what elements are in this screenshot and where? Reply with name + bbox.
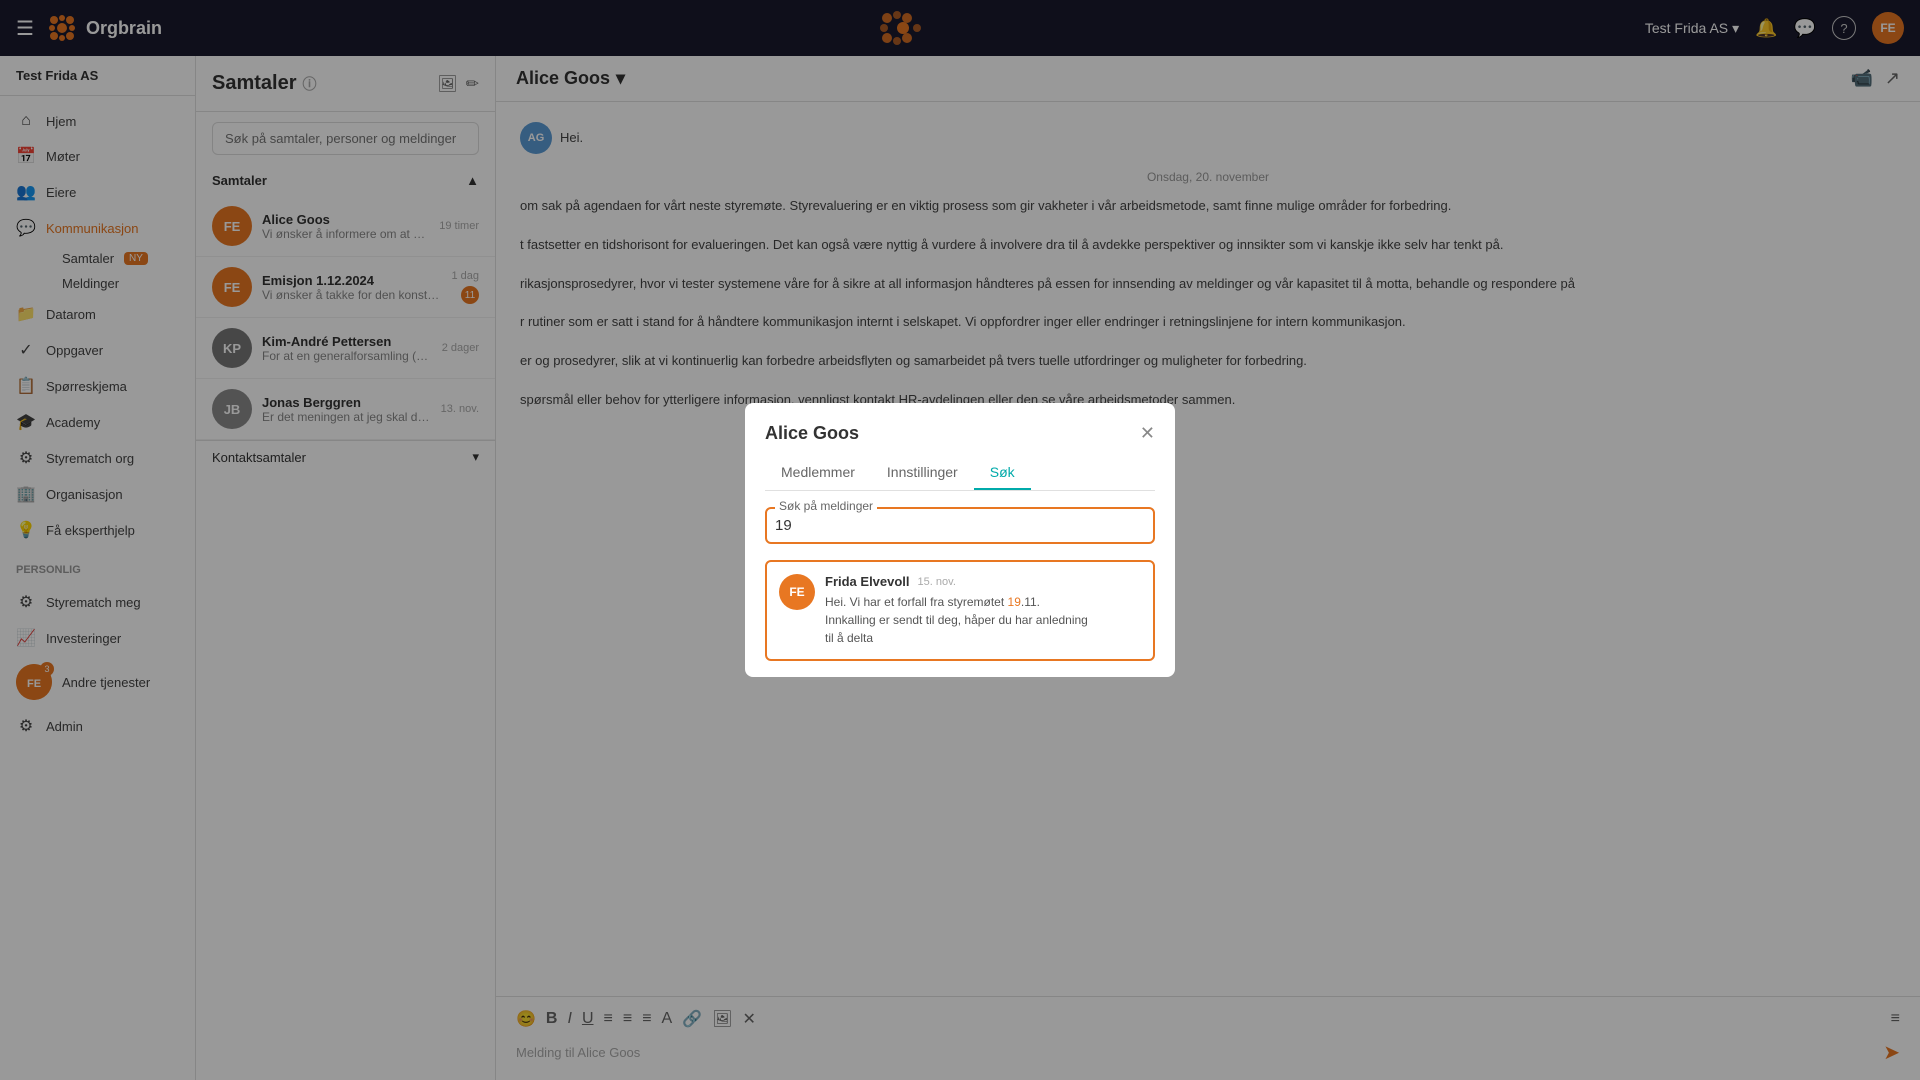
modal-body: Søk på meldinger FE Frida Elvevoll 15. n… (745, 491, 1175, 677)
modal-overlay[interactable]: Alice Goos ✕ Medlemmer Innstillinger Søk… (0, 0, 1920, 1080)
modal-search-container: Søk på meldinger (765, 507, 1155, 544)
result-highlight: 19 (1008, 595, 1021, 609)
tab-search[interactable]: Søk (974, 456, 1031, 490)
result-info: Frida Elvevoll 15. nov. Hei. Vi har et f… (825, 574, 1141, 647)
modal-title: Alice Goos (765, 423, 859, 444)
result-sender: Frida Elvevoll 15. nov. (825, 574, 1141, 589)
modal-tabs: Medlemmer Innstillinger Søk (765, 456, 1155, 491)
result-avatar: FE (779, 574, 815, 610)
result-line2: Innkalling er sendt til deg, håper du ha… (825, 613, 1088, 627)
modal-search-input[interactable] (775, 513, 1145, 538)
modal: Alice Goos ✕ Medlemmer Innstillinger Søk… (745, 403, 1175, 677)
result-message: Hei. Vi har et forfall fra styremøtet 19… (825, 593, 1141, 647)
modal-search-label: Søk på meldinger (775, 499, 877, 513)
modal-close-button[interactable]: ✕ (1140, 423, 1155, 444)
search-result-item[interactable]: FE Frida Elvevoll 15. nov. Hei. Vi har e… (765, 560, 1155, 661)
result-line3: til å delta (825, 631, 873, 645)
result-sender-name: Frida Elvevoll (825, 574, 910, 589)
result-line1: Hei. Vi har et forfall fra styremøtet 19… (825, 595, 1040, 609)
tab-settings[interactable]: Innstillinger (871, 456, 974, 490)
tab-members[interactable]: Medlemmer (765, 456, 871, 490)
result-date: 15. nov. (918, 576, 956, 588)
modal-header: Alice Goos ✕ (745, 403, 1175, 444)
